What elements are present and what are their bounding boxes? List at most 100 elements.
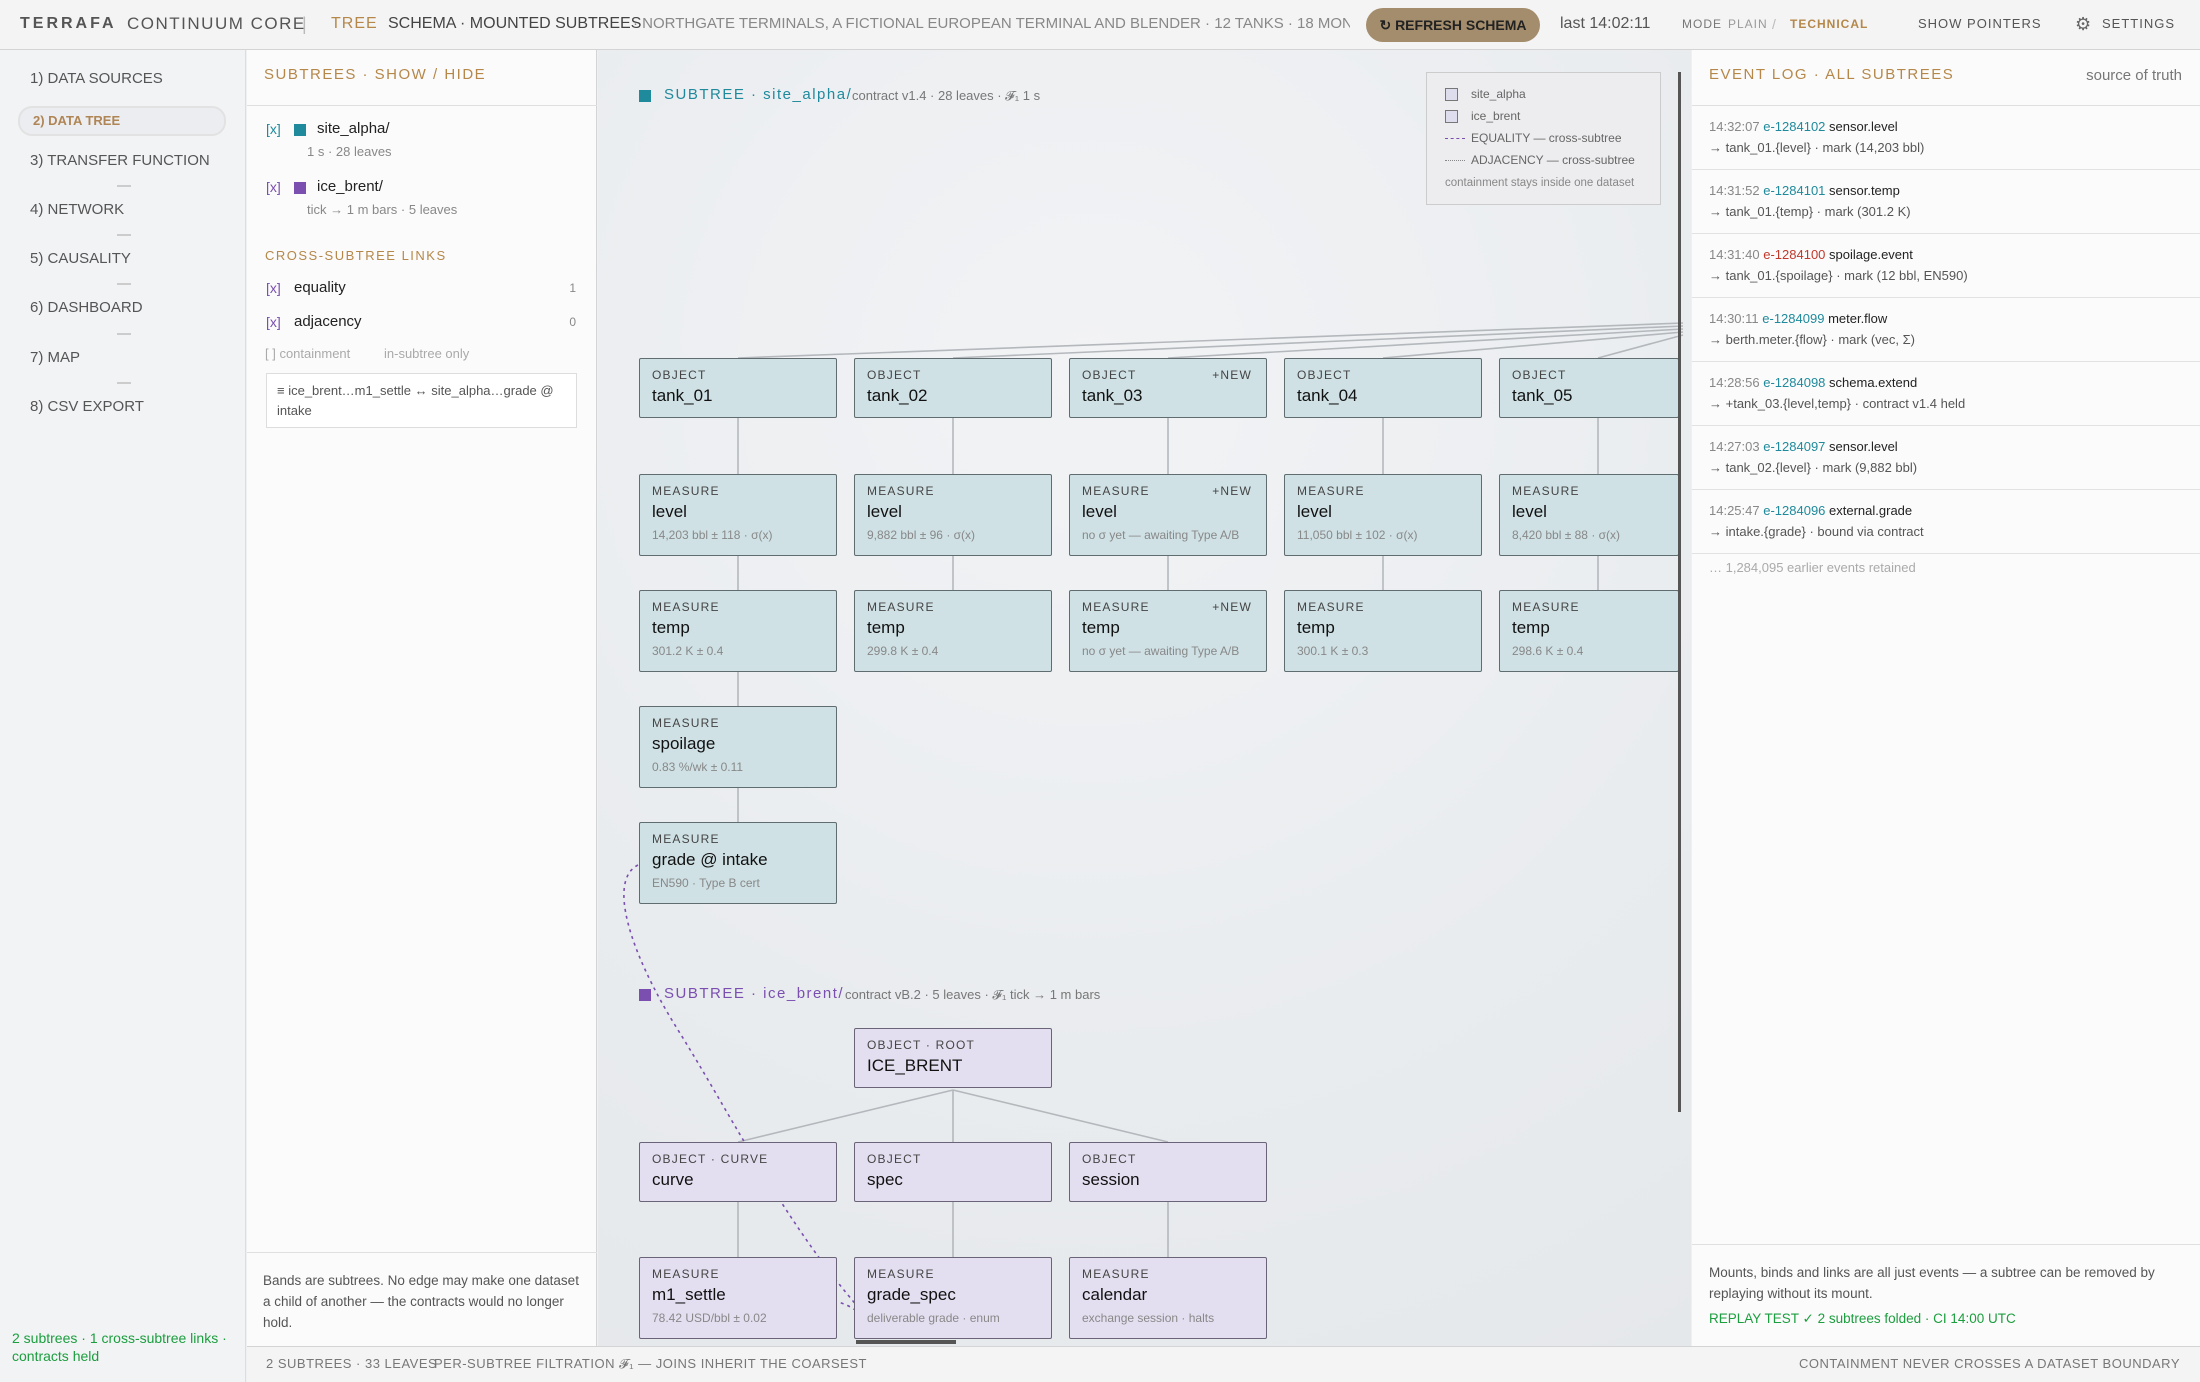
event-row[interactable]: 14:27:03 e-1284097 sensor.level → tank_02… bbox=[1692, 426, 2200, 490]
node-measure-temp[interactable]: MEASURE +NEW temp no σ yet — awaiting Type … bbox=[1069, 590, 1267, 672]
node-kind: OBJECT bbox=[1082, 1152, 1137, 1166]
node-value: 299.8 K ± 0.4 bbox=[867, 644, 939, 658]
subtree-toggle-ice-brent[interactable]: [x] bbox=[266, 179, 281, 195]
legend-label: ice_brent bbox=[1471, 109, 1521, 123]
node-measure-temp[interactable]: MEASURE temp 299.8 K ± 0.4 bbox=[854, 590, 1052, 672]
event-id[interactable]: e-1284099 bbox=[1762, 311, 1824, 326]
node-kind: MEASURE bbox=[1297, 484, 1365, 498]
last-refresh-time: last 14:02:11 bbox=[1560, 15, 1651, 32]
event-id[interactable]: e-1284097 bbox=[1763, 439, 1825, 454]
legend: site_alpha ice_brent EQUALITY — cross-su… bbox=[1426, 72, 1661, 205]
node-measure-calendar[interactable]: MEASURE calendar exchange session · halts bbox=[1069, 1257, 1267, 1339]
breadcrumb-tree[interactable]: TREE bbox=[331, 0, 378, 48]
mode-plain-toggle[interactable]: PLAIN bbox=[1728, 0, 1768, 48]
node-object-tank-05[interactable]: OBJECT tank_05 bbox=[1499, 358, 1679, 418]
nav-item-transfer-function[interactable]: 3) TRANSFER FUNCTION bbox=[30, 152, 210, 169]
refresh-schema-button[interactable]: ↻ REFRESH SCHEMA bbox=[1366, 8, 1540, 42]
event-time: 14:31:52 bbox=[1709, 183, 1760, 198]
node-name: level bbox=[652, 502, 687, 521]
node-measure-level[interactable]: MEASURE level 8,420 bbl ± 88 · σ(x) bbox=[1499, 474, 1679, 556]
mode-technical-toggle[interactable]: TECHNICAL bbox=[1790, 0, 1868, 48]
node-object-tank-03[interactable]: OBJECT +NEW tank_03 bbox=[1069, 358, 1267, 418]
event-id[interactable]: e-1284102 bbox=[1763, 119, 1825, 134]
node-measure-grade-spec[interactable]: MEASURE grade_spec deliverable grade · enu… bbox=[854, 1257, 1052, 1339]
node-measure-temp[interactable]: MEASURE temp 301.2 K ± 0.4 bbox=[639, 590, 837, 672]
earlier-events-note[interactable]: … 1,284,095 earlier events retained bbox=[1709, 560, 1916, 575]
site-alpha-swatch bbox=[639, 90, 651, 102]
event-detail: → tank_01.{spoilage} · mark (12 bbl, EN5… bbox=[1709, 268, 1968, 283]
legend-note: containment stays inside one dataset bbox=[1445, 177, 1635, 189]
nav-item-dashboard[interactable]: 6) DASHBOARD bbox=[30, 299, 143, 316]
vertical-scrollbar[interactable] bbox=[1678, 72, 1681, 1112]
bottom-status-bar: 2 SUBTREES · 33 LEAVES PER-SUBTREE FILTR… bbox=[247, 1346, 2200, 1382]
node-name: curve bbox=[652, 1170, 694, 1189]
subtree-meta-site-alpha: contract v1.4 · 28 leaves · 𝓕₁ 1 s bbox=[852, 88, 1041, 103]
node-kind: OBJECT bbox=[867, 368, 922, 382]
link-toggle-adjacency[interactable]: [x] bbox=[266, 314, 281, 330]
settings-button[interactable]: SETTINGS bbox=[2102, 0, 2175, 48]
event-type: schema.extend bbox=[1829, 375, 1918, 390]
nav-item-network[interactable]: 4) NETWORK bbox=[30, 201, 124, 218]
node-object-root-ice-brent[interactable]: OBJECT · ROOT ICE_BRENT bbox=[854, 1028, 1052, 1088]
event-detail: → intake.{grade} · bound via contract bbox=[1709, 524, 1924, 539]
link-entry[interactable]: ≡ ice_brent…m1_settle ↔ site_alpha…grade… bbox=[266, 373, 577, 428]
node-measure-m1-settle[interactable]: MEASURE m1_settle 78.42 USD/bbl ± 0.02 bbox=[639, 1257, 837, 1339]
new-badge: +NEW bbox=[1212, 484, 1252, 498]
show-pointers-button[interactable]: SHOW POINTERS bbox=[1918, 0, 2042, 48]
status-filtration: PER-SUBTREE FILTRATION 𝓕₁ — JOINS INHERI… bbox=[434, 1356, 867, 1371]
event-id[interactable]: e-1284098 bbox=[1763, 375, 1825, 390]
node-name: tank_03 bbox=[1082, 386, 1143, 405]
subtree-name-site-alpha: site_alpha/ bbox=[317, 120, 390, 137]
event-row[interactable]: 14:32:07 e-1284102 sensor.level → tank_01… bbox=[1692, 106, 2200, 170]
legend-item-ice-brent[interactable]: ice_brent bbox=[1445, 105, 1642, 127]
containment-toggle[interactable]: [ ] containment bbox=[265, 346, 350, 361]
event-type: external.grade bbox=[1829, 503, 1913, 518]
node-value: 300.1 K ± 0.3 bbox=[1297, 644, 1369, 658]
dataset-meta: · NORTHGATE TERMINALS, A FICTIONAL EUROP… bbox=[633, 15, 1350, 32]
event-id[interactable]: e-1284096 bbox=[1763, 503, 1825, 518]
nav-divider bbox=[117, 234, 131, 236]
node-measure-spoilage[interactable]: MEASURE spoilage 0.83 %/wk ± 0.11 bbox=[639, 706, 837, 788]
link-toggle-equality[interactable]: [x] bbox=[266, 280, 281, 296]
node-kind: MEASURE bbox=[652, 832, 720, 846]
nav-item-data-sources[interactable]: 1) DATA SOURCES bbox=[30, 70, 163, 87]
subtree-sub-ice-brent: tick → 1 m bars · 5 leaves bbox=[307, 202, 458, 217]
horizontal-scrollbar[interactable] bbox=[856, 1340, 956, 1344]
node-name: level bbox=[867, 502, 902, 521]
event-row[interactable]: 14:30:11 e-1284099 meter.flow → berth.met… bbox=[1692, 298, 2200, 362]
nav-item-csv-export[interactable]: 8) CSV EXPORT bbox=[30, 398, 144, 415]
legend-item-equality: EQUALITY — cross-subtree bbox=[1445, 127, 1642, 149]
node-name: temp bbox=[1082, 618, 1120, 637]
legend-item-site-alpha[interactable]: site_alpha bbox=[1445, 83, 1642, 105]
node-measure-temp[interactable]: MEASURE temp 298.6 K ± 0.4 bbox=[1499, 590, 1679, 672]
event-row[interactable]: 14:25:47 e-1284096 external.grade → intak… bbox=[1692, 490, 2200, 554]
node-measure-level[interactable]: MEASURE +NEW level no σ yet — awaiting Type… bbox=[1069, 474, 1267, 556]
node-object-tank-02[interactable]: OBJECT tank_02 bbox=[854, 358, 1052, 418]
event-log-footer-note: Mounts, binds and links are all just eve… bbox=[1709, 1265, 2155, 1301]
nav-item-causality[interactable]: 5) CAUSALITY bbox=[30, 250, 131, 267]
node-object-tank-04[interactable]: OBJECT tank_04 bbox=[1284, 358, 1482, 418]
node-kind: MEASURE bbox=[867, 484, 935, 498]
nav-item-map[interactable]: 7) MAP bbox=[30, 349, 80, 366]
node-object-spec[interactable]: OBJECT spec bbox=[854, 1142, 1052, 1202]
node-measure-grade-intake[interactable]: MEASURE grade @ intake EN590 · Type B cert bbox=[639, 822, 837, 904]
node-object-tank-01[interactable]: OBJECT tank_01 bbox=[639, 358, 837, 418]
event-row[interactable]: 14:31:40 e-1284100 spoilage.event → tank_… bbox=[1692, 234, 2200, 298]
tree-canvas[interactable]: SUBTREE · site_alpha/ contract v1.4 · 28… bbox=[598, 50, 1691, 1346]
node-measure-level[interactable]: MEASURE level 11,050 bbl ± 102 · σ(x) bbox=[1284, 474, 1482, 556]
gear-icon[interactable]: ⚙ bbox=[2075, 0, 2091, 48]
event-row[interactable]: 14:28:56 e-1284098 schema.extend → +tank_… bbox=[1692, 362, 2200, 426]
top-bar: TERRAFA CONTINUUM CORE | TREE SCHEMA · M… bbox=[0, 0, 2200, 50]
node-object-session[interactable]: OBJECT session bbox=[1069, 1142, 1267, 1202]
event-row[interactable]: 14:31:52 e-1284101 sensor.temp → tank_01.… bbox=[1692, 170, 2200, 234]
node-object-curve[interactable]: OBJECT · CURVE curve bbox=[639, 1142, 837, 1202]
node-kind: MEASURE bbox=[1512, 600, 1580, 614]
nav-item-data-tree[interactable]: 2) DATA TREE bbox=[18, 106, 226, 136]
node-measure-level[interactable]: MEASURE level 9,882 bbl ± 96 · σ(x) bbox=[854, 474, 1052, 556]
subtree-toggle-site-alpha[interactable]: [x] bbox=[266, 121, 281, 137]
node-measure-temp[interactable]: MEASURE temp 300.1 K ± 0.3 bbox=[1284, 590, 1482, 672]
node-measure-level[interactable]: MEASURE level 14,203 bbl ± 118 · σ(x) bbox=[639, 474, 837, 556]
node-kind: OBJECT bbox=[1512, 368, 1567, 382]
event-id[interactable]: e-1284100 bbox=[1763, 247, 1825, 262]
event-id[interactable]: e-1284101 bbox=[1763, 183, 1825, 198]
